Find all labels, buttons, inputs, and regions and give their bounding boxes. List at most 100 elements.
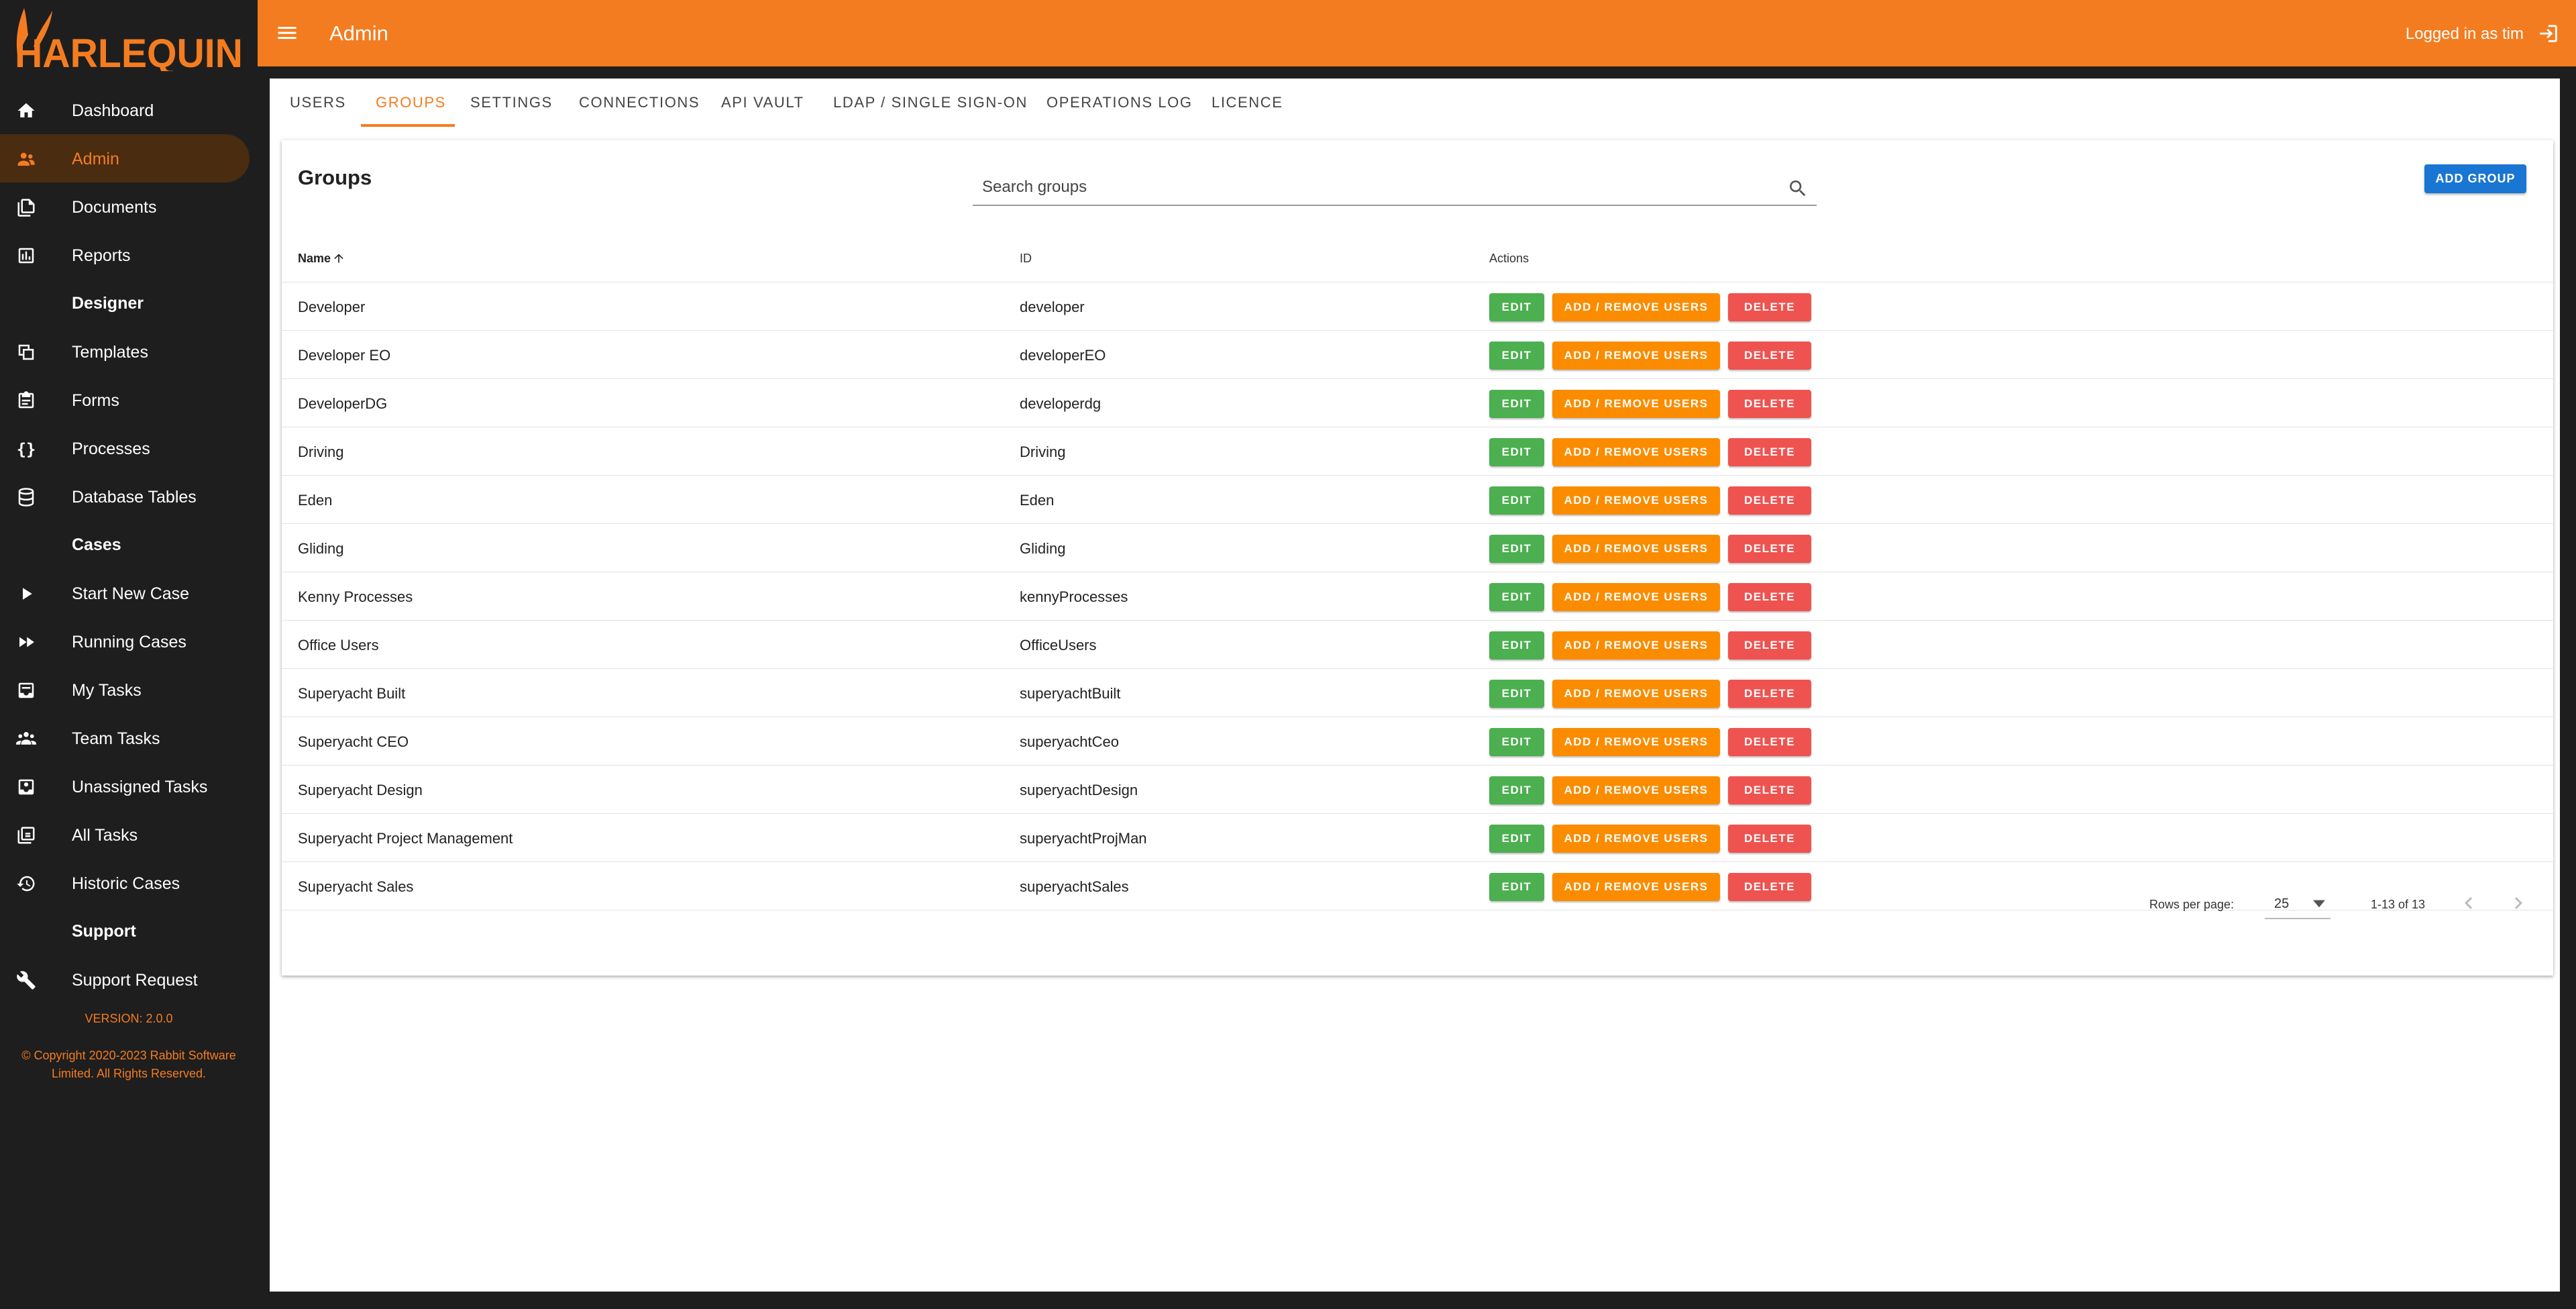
tab-licence[interactable]: LICENCE: [1212, 78, 1283, 127]
sort-ascending-icon: [334, 254, 343, 263]
database-icon: [16, 487, 36, 507]
delete-button[interactable]: DELETE: [1728, 680, 1811, 708]
sidebar-item-templates[interactable]: Templates: [0, 327, 250, 376]
admin-tabs: USERS GROUPS SETTINGS CONNECTIONS API VA…: [270, 78, 2560, 140]
delete-button[interactable]: DELETE: [1728, 776, 1811, 804]
sidebar-item-team-tasks[interactable]: Team Tasks: [0, 714, 250, 762]
group-name-cell: Driving: [298, 443, 344, 460]
edit-button[interactable]: EDIT: [1489, 776, 1544, 804]
sidebar-item-running-cases[interactable]: Running Cases: [0, 617, 250, 666]
tab-users[interactable]: USERS: [290, 78, 346, 127]
tab-operations-log[interactable]: OPERATIONS LOG: [1046, 78, 1193, 127]
forms-icon: [16, 390, 36, 411]
tab-ldap-single-sign-on[interactable]: LDAP / SINGLE SIGN-ON: [833, 78, 1028, 127]
delete-button[interactable]: DELETE: [1728, 825, 1811, 853]
delete-button[interactable]: DELETE: [1728, 535, 1811, 563]
add-remove-users-button[interactable]: ADD / REMOVE USERS: [1552, 631, 1720, 660]
sidebar-item-my-tasks[interactable]: My Tasks: [0, 666, 250, 714]
group-id-cell: Eden: [1020, 492, 1055, 509]
tab-settings[interactable]: SETTINGS: [470, 78, 553, 127]
edit-button[interactable]: EDIT: [1489, 535, 1544, 563]
group-name-cell: DeveloperDG: [298, 395, 388, 412]
delete-button[interactable]: DELETE: [1728, 293, 1811, 321]
sidebar-item-processes[interactable]: {} Processes: [0, 424, 250, 472]
search-input[interactable]: [982, 174, 1774, 201]
search-icon[interactable]: [1787, 178, 1809, 199]
table-row: Superyacht Project Management superyachtP…: [282, 814, 2553, 862]
logout-icon[interactable]: [2537, 22, 2560, 45]
edit-button[interactable]: EDIT: [1489, 825, 1544, 853]
edit-button[interactable]: EDIT: [1489, 583, 1544, 611]
inbox-icon: [16, 680, 36, 700]
previous-page-icon[interactable]: [2457, 891, 2481, 915]
add-remove-users-button[interactable]: ADD / REMOVE USERS: [1552, 825, 1720, 853]
delete-button[interactable]: DELETE: [1728, 631, 1811, 660]
edit-button[interactable]: EDIT: [1489, 390, 1544, 418]
edit-button[interactable]: EDIT: [1489, 728, 1544, 756]
edit-button[interactable]: EDIT: [1489, 293, 1544, 321]
add-remove-users-button[interactable]: ADD / REMOVE USERS: [1552, 728, 1720, 756]
edit-button[interactable]: EDIT: [1489, 631, 1544, 660]
column-header-name[interactable]: Name: [298, 252, 345, 266]
add-remove-users-button[interactable]: ADD / REMOVE USERS: [1552, 390, 1720, 418]
group-id-cell: Driving: [1020, 443, 1066, 460]
team-icon: [16, 729, 36, 749]
sidebar-item-label: Reports: [72, 246, 131, 265]
delete-button[interactable]: DELETE: [1728, 486, 1811, 515]
delete-button[interactable]: DELETE: [1728, 390, 1811, 418]
documents-icon: [16, 197, 36, 217]
sidebar-item-forms[interactable]: Forms: [0, 376, 250, 424]
sidebar-item-support-request[interactable]: Support Request: [0, 955, 250, 1004]
table-row: Developer developer EDIT ADD / REMOVE USERS…: [282, 282, 2553, 331]
groups-title: Groups: [298, 166, 372, 189]
processes-icon: {}: [16, 439, 36, 459]
add-remove-users-button[interactable]: ADD / REMOVE USERS: [1552, 293, 1720, 321]
group-name-cell: Developer: [298, 299, 366, 315]
svg-text:HARLEQUIN: HARLEQUIN: [15, 31, 243, 71]
add-remove-users-button[interactable]: ADD / REMOVE USERS: [1552, 342, 1720, 370]
add-remove-users-button[interactable]: ADD / REMOVE USERS: [1552, 583, 1720, 611]
tab-groups[interactable]: GROUPS: [376, 78, 446, 127]
add-remove-users-button[interactable]: ADD / REMOVE USERS: [1552, 680, 1720, 708]
tab-api-vault[interactable]: API VAULT: [721, 78, 804, 127]
search-field: [973, 170, 1817, 206]
add-group-button[interactable]: ADD GROUP: [2424, 164, 2526, 193]
delete-button[interactable]: DELETE: [1728, 583, 1811, 611]
caret-down-icon: [2313, 900, 2325, 908]
sidebar-item-label: Forms: [72, 391, 119, 410]
sidebar-item-reports[interactable]: Reports: [0, 231, 250, 279]
group-id-cell: Gliding: [1020, 540, 1066, 557]
add-remove-users-button[interactable]: ADD / REMOVE USERS: [1552, 438, 1720, 466]
add-remove-users-button[interactable]: ADD / REMOVE USERS: [1552, 776, 1720, 804]
delete-button[interactable]: DELETE: [1728, 728, 1811, 756]
delete-button[interactable]: DELETE: [1728, 438, 1811, 466]
rows-per-page-select[interactable]: 25: [2265, 888, 2330, 919]
sidebar-item-historic-cases[interactable]: Historic Cases: [0, 859, 250, 907]
templates-icon: [16, 342, 36, 362]
sidebar-item-label: Start New Case: [72, 584, 190, 603]
edit-button[interactable]: EDIT: [1489, 438, 1544, 466]
tab-connections[interactable]: CONNECTIONS: [579, 78, 700, 127]
edit-button[interactable]: EDIT: [1489, 342, 1544, 370]
menu-icon[interactable]: [275, 21, 299, 45]
add-remove-users-button[interactable]: ADD / REMOVE USERS: [1552, 535, 1720, 563]
group-id-cell: superyachtCeo: [1020, 733, 1119, 750]
add-remove-users-button[interactable]: ADD / REMOVE USERS: [1552, 486, 1720, 515]
sidebar-item-database-tables[interactable]: Database Tables: [0, 472, 250, 521]
sidebar-item-documents[interactable]: Documents: [0, 182, 250, 231]
harlequin-logo[interactable]: HARLEQUIN: [15, 7, 246, 71]
sidebar-item-unassigned-tasks[interactable]: Unassigned Tasks: [0, 762, 250, 810]
sidebar-item-all-tasks[interactable]: All Tasks: [0, 810, 250, 859]
group-id-cell: developer: [1020, 299, 1085, 315]
sidebar-item-admin[interactable]: Admin: [0, 134, 250, 182]
next-page-icon[interactable]: [2506, 891, 2530, 915]
edit-button[interactable]: EDIT: [1489, 680, 1544, 708]
sidebar-item-dashboard[interactable]: Dashboard: [0, 86, 250, 134]
edit-button[interactable]: EDIT: [1489, 486, 1544, 515]
group-name-cell: Kenny Processes: [298, 588, 413, 605]
sidebar-item-start-new-case[interactable]: Start New Case: [0, 569, 250, 617]
sidebar-item-label: Historic Cases: [72, 874, 180, 893]
delete-button[interactable]: DELETE: [1728, 342, 1811, 370]
fast-forward-icon: [16, 632, 36, 652]
sidebar-item-label: Unassigned Tasks: [72, 778, 208, 796]
